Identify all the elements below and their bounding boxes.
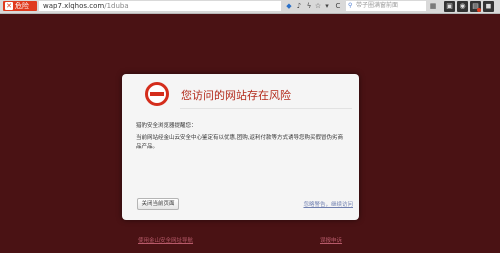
extension-icon-4[interactable]: ◼ [483,1,494,12]
danger-x-icon: ✕ [5,2,13,10]
danger-badge[interactable]: ✕ 危险 [3,1,37,11]
search-placeholder: 带子圈满窗前面 [356,2,399,9]
forbidden-icon [145,82,169,106]
appeal-link[interactable]: 误报申诉 [320,236,342,244]
speaker-icon[interactable]: ♪ [295,2,303,10]
greeting-text: 猎豹安全浏览器提醒您： [136,123,197,129]
extension-icon-3[interactable]: ▤ [470,1,481,12]
extension-icon-2[interactable]: ◉ [457,1,468,12]
refresh-icon[interactable]: C [334,2,342,10]
warning-message: 当前网站经金山云安全中心鉴定有以优惠,团购,返利付款等方式诱导您购买假冒伪劣商品… [136,135,343,150]
star-icon[interactable]: ☆ [314,2,322,10]
address-bar[interactable]: wap7.xlqhos.com/1duba [39,1,281,11]
danger-label: 危险 [15,2,29,10]
browser-toolbar: ✕ 危险 wap7.xlqhos.com/1duba ◆ ♪ ϟ ☆ ▾ C ⚲ 带… [0,0,500,14]
warning-card: 您访问的网站存在风险 猎豹安全浏览器提醒您： 当前网站经金山云安全中心鉴定有以优… [122,74,359,220]
url-path: /1duba [104,2,129,10]
url-host: wap7.xlqhos.com [43,2,105,10]
divider [180,108,352,109]
lightning-icon[interactable]: ϟ [305,2,313,10]
chevron-down-icon[interactable]: ▾ [323,2,331,10]
safe-nav-link[interactable]: 使用金山安全网址导航 [138,236,193,244]
warning-title: 您访问的网站存在风险 [181,89,291,102]
search-input[interactable]: ⚲ 带子圈满窗前面 [346,1,426,11]
search-icon: ⚲ [348,2,353,9]
extension-icon-1[interactable]: ▣ [444,1,455,12]
shield-icon[interactable]: ◆ [285,2,293,10]
grid-icon[interactable]: ▦ [429,2,437,10]
close-page-button[interactable]: 关闭当前页面 [137,198,179,210]
ignore-warning-link[interactable]: 忽略警告，继续访问 [303,200,353,208]
